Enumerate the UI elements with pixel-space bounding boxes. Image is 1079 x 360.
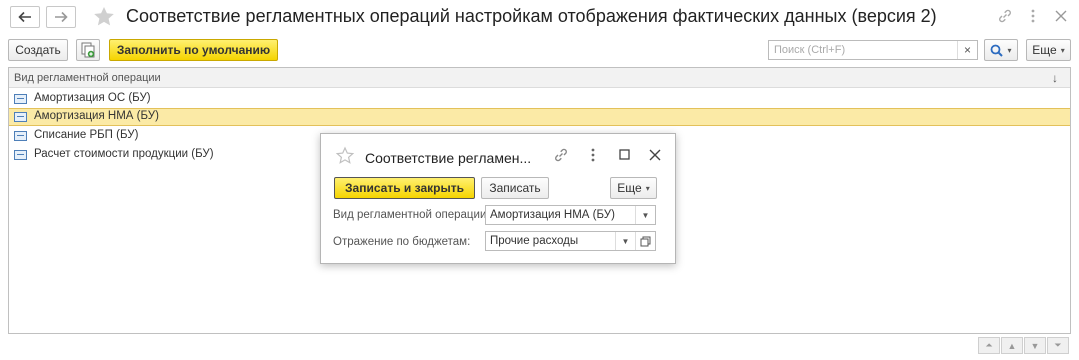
back-button[interactable] <box>10 6 40 28</box>
page-up-icon: ▲ <box>1007 340 1017 351</box>
chevron-down-icon: ▾ <box>1007 45 1012 55</box>
budget-reflection-field[interactable]: Прочие расходы ▼ <box>485 231 656 251</box>
page-title: Соответствие регламентных операций настр… <box>126 6 937 26</box>
open-form-icon[interactable] <box>635 232 655 250</box>
dropdown-arrow-icon[interactable]: ▼ <box>635 206 655 224</box>
last-page-button[interactable]: ⏷ <box>1047 337 1069 354</box>
dropdown-arrow-icon[interactable]: ▼ <box>615 232 635 250</box>
operation-icon <box>14 131 27 141</box>
copy-button[interactable] <box>76 39 100 61</box>
search-placeholder: Поиск (Ctrl+F) <box>774 44 846 56</box>
edit-dialog[interactable]: Соответствие регламен... Записать и закр… <box>320 133 676 264</box>
close-icon[interactable] <box>649 149 661 161</box>
first-page-button[interactable]: ⏶ <box>978 337 1000 354</box>
chevron-down-icon: ▾ <box>645 183 650 193</box>
search-button[interactable]: ▾ <box>984 39 1018 61</box>
dialog-more-label: Еще <box>617 181 642 195</box>
search-icon <box>991 44 1004 57</box>
link-icon[interactable] <box>553 147 571 165</box>
page-down-icon: ▼ <box>1030 340 1040 351</box>
fill-default-button[interactable]: Заполнить по умолчанию <box>109 39 278 61</box>
save-and-close-button[interactable]: Записать и закрыть <box>334 177 475 199</box>
create-button-label: Создать <box>15 43 61 57</box>
operation-icon <box>14 150 27 160</box>
more-button-label: Еще <box>1032 43 1057 57</box>
table-header[interactable]: Вид регламентной операции ↓ <box>9 68 1070 88</box>
favorite-star-icon[interactable] <box>92 5 116 29</box>
forward-button[interactable] <box>46 6 76 28</box>
search-clear-button[interactable]: × <box>957 41 977 59</box>
next-page-button[interactable]: ▼ <box>1024 337 1046 354</box>
table-row[interactable]: Амортизация ОС (БУ) <box>9 90 1070 108</box>
sort-indicator[interactable]: ↓ <box>1052 71 1058 85</box>
operation-icon <box>14 112 27 122</box>
more-vertical-icon[interactable] <box>591 148 597 164</box>
arrow-left-icon <box>18 11 31 23</box>
save-and-close-label: Записать и закрыть <box>345 181 464 195</box>
first-page-icon: ⏶ <box>985 340 993 350</box>
operation-type-field[interactable]: Амортизация НМА (БУ) ▼ <box>485 205 656 225</box>
copy-document-icon <box>81 42 95 58</box>
row-label: Амортизация НМА (БУ) <box>34 110 159 122</box>
operation-icon <box>14 94 27 104</box>
more-button[interactable]: Еще ▾ <box>1026 39 1071 61</box>
operation-type-label: Вид регламентной операции: <box>333 209 490 221</box>
close-icon[interactable] <box>1052 7 1070 25</box>
row-label: Списание РБП (БУ) <box>34 129 139 141</box>
arrow-right-icon <box>55 11 68 23</box>
prev-page-button[interactable]: ▲ <box>1001 337 1023 354</box>
save-label: Записать <box>489 181 541 195</box>
more-vertical-icon[interactable] <box>1024 7 1042 25</box>
link-icon[interactable] <box>996 7 1014 25</box>
row-label: Расчет стоимости продукции (БУ) <box>34 148 214 160</box>
table-row-selected[interactable]: Амортизация НМА (БУ) <box>9 108 1070 126</box>
search-input[interactable]: Поиск (Ctrl+F) × <box>768 40 978 60</box>
maximize-icon[interactable] <box>619 149 631 161</box>
last-page-icon: ⏷ <box>1054 340 1062 350</box>
dialog-title: Соответствие регламен... <box>365 150 532 166</box>
create-button[interactable]: Создать <box>8 39 68 61</box>
favorite-star-icon[interactable] <box>335 146 355 166</box>
operation-type-value: Амортизация НМА (БУ) <box>490 209 615 221</box>
budget-reflection-label: Отражение по бюджетам: <box>333 236 471 248</box>
chevron-down-icon: ▾ <box>1060 45 1065 55</box>
save-button[interactable]: Записать <box>481 177 549 199</box>
budget-reflection-value: Прочие расходы <box>490 235 579 247</box>
fill-default-label: Заполнить по умолчанию <box>116 43 271 57</box>
dialog-more-button[interactable]: Еще ▾ <box>610 177 657 199</box>
column-header-operation[interactable]: Вид регламентной операции <box>14 72 161 84</box>
row-label: Амортизация ОС (БУ) <box>34 92 151 104</box>
